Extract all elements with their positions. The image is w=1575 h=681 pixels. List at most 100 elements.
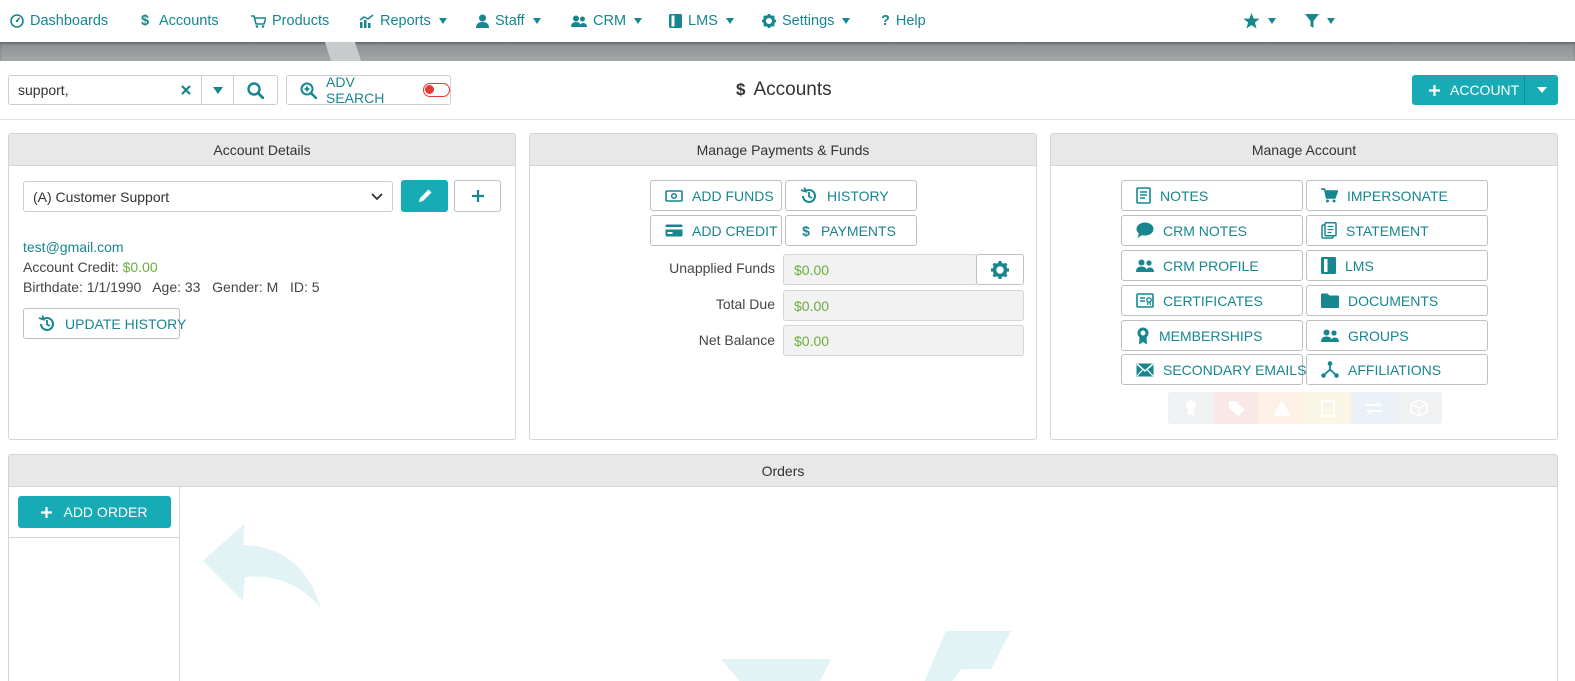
add-account-label: ACCOUNT: [1450, 82, 1520, 98]
account-credit: Account Credit: $0.00: [23, 259, 158, 275]
quick-actions-strip: [1168, 392, 1442, 424]
crm-notes-button[interactable]: CRM NOTES: [1121, 215, 1303, 246]
unapplied-funds-settings-button[interactable]: [976, 254, 1024, 285]
search-input[interactable]: [9, 76, 171, 104]
account-select[interactable]: (A) Customer Support: [23, 181, 393, 212]
plus-icon: [471, 190, 484, 202]
add-order-button[interactable]: ADD ORDER: [18, 496, 171, 528]
search-icon: [247, 81, 264, 99]
lms-button[interactable]: LMS: [1306, 250, 1488, 281]
secondary-emails-button[interactable]: SECONDARY EMAILS: [1121, 354, 1306, 385]
nav-help-label: Help: [895, 13, 926, 29]
payments-panel: Manage Payments & Funds ADD FUNDS HISTOR…: [529, 133, 1037, 440]
account-button-group: ACCOUNT: [1412, 75, 1558, 105]
network-icon: [1321, 361, 1339, 378]
nav-help[interactable]: ? Help: [881, 11, 926, 31]
header-divider-band: [0, 42, 1575, 61]
payment-history-button[interactable]: HISTORY: [785, 180, 917, 211]
credit-card-icon: [665, 224, 683, 237]
adv-search-button[interactable]: ADV SEARCH: [286, 74, 451, 106]
nav-crm[interactable]: CRM: [571, 11, 643, 31]
account-demographics: Birthdate: 1/1/1990 Age: 33 Gender: M ID…: [23, 279, 320, 295]
statement-icon: [1321, 222, 1337, 239]
add-account-button[interactable]: ACCOUNT: [1412, 75, 1525, 105]
update-history-label: UPDATE HISTORY: [65, 315, 187, 332]
favorites-menu[interactable]: [1243, 11, 1276, 31]
sidebar-divider: [9, 537, 180, 538]
unapplied-funds-label: Unapplied Funds: [669, 260, 775, 276]
payments-button[interactable]: $ PAYMENTS: [785, 215, 917, 246]
clipboard-icon[interactable]: [1305, 392, 1351, 424]
net-balance-field: $0.00: [783, 325, 1024, 356]
documents-label: DOCUMENTS: [1348, 292, 1439, 309]
affiliations-button[interactable]: AFFILIATIONS: [1306, 354, 1488, 385]
group-icon: [1321, 329, 1339, 342]
certificates-label: CERTIFICATES: [1163, 292, 1263, 309]
cart-icon: [251, 14, 266, 28]
clear-search-icon[interactable]: [171, 76, 201, 104]
award-icon: [1136, 327, 1150, 345]
search-button[interactable]: [233, 76, 277, 104]
envelope-icon: [1136, 362, 1154, 377]
crm-profile-button[interactable]: CRM PROFILE: [1121, 250, 1303, 281]
dollar-icon: $: [802, 222, 810, 239]
notes-button[interactable]: NOTES: [1121, 180, 1303, 211]
new-account-button[interactable]: [454, 180, 501, 212]
net-balance-label: Net Balance: [698, 332, 775, 348]
payments-header: Manage Payments & Funds: [530, 134, 1036, 166]
chevron-down-icon: [212, 86, 223, 94]
certificates-button[interactable]: CERTIFICATES: [1121, 285, 1303, 316]
edit-account-button[interactable]: [401, 180, 448, 212]
page-title-text: Accounts: [753, 79, 832, 100]
nav-products[interactable]: Products: [251, 11, 329, 31]
toolbar-divider: [0, 119, 1575, 120]
nav-settings[interactable]: Settings: [762, 11, 851, 31]
payments-label: PAYMENTS: [821, 222, 896, 239]
memberships-label: MEMBERSHIPS: [1159, 327, 1263, 344]
tags-icon[interactable]: [1213, 392, 1260, 424]
orders-header: Orders: [9, 455, 1557, 487]
statement-button[interactable]: STATEMENT: [1306, 215, 1488, 246]
account-select-value: (A) Customer Support: [33, 188, 170, 205]
impersonate-label: IMPERSONATE: [1347, 187, 1448, 204]
notes-label: NOTES: [1160, 187, 1209, 204]
adv-search-toggle[interactable]: [422, 83, 450, 97]
impersonate-button[interactable]: IMPERSONATE: [1306, 180, 1488, 211]
award-icon[interactable]: [1168, 392, 1214, 424]
nav-settings-label: Settings: [782, 13, 835, 29]
gear-icon: [991, 260, 1009, 279]
warning-icon[interactable]: [1259, 392, 1306, 424]
folder-icon: [1321, 293, 1339, 308]
nav-lms[interactable]: LMS: [669, 11, 734, 31]
document-icon: [1136, 187, 1151, 204]
filter-menu[interactable]: [1305, 11, 1335, 31]
account-search: [8, 75, 278, 105]
account-dropdown-button[interactable]: [1525, 87, 1558, 93]
search-dropdown-button[interactable]: [201, 76, 233, 104]
update-history-button[interactable]: UPDATE HISTORY: [23, 308, 186, 339]
box-icon[interactable]: [1396, 392, 1442, 424]
filter-icon: [1305, 13, 1319, 29]
history-icon: [800, 186, 818, 205]
nav-staff[interactable]: Staff: [476, 11, 541, 31]
certificate-icon: [1136, 293, 1154, 308]
memberships-button[interactable]: MEMBERSHIPS: [1121, 320, 1303, 351]
documents-button[interactable]: DOCUMENTS: [1306, 285, 1488, 316]
add-funds-button[interactable]: ADD FUNDS: [650, 180, 782, 211]
nav-lms-label: LMS: [688, 13, 718, 29]
add-credit-button[interactable]: ADD CREDIT: [650, 215, 782, 246]
nav-accounts[interactable]: $ Accounts: [141, 11, 219, 31]
pencil-icon: [417, 188, 433, 204]
add-order-label: ADD ORDER: [63, 504, 148, 520]
groups-button[interactable]: GROUPS: [1306, 320, 1488, 351]
page-title: $ Accounts: [736, 79, 832, 101]
nav-reports[interactable]: Reports: [359, 11, 447, 31]
account-email[interactable]: test@gmail.com: [23, 239, 124, 255]
transfer-icon[interactable]: [1350, 392, 1397, 424]
statement-label: STATEMENT: [1346, 222, 1429, 239]
brand-watermark-icon: [721, 629, 1021, 681]
nav-dashboards[interactable]: Dashboards: [10, 11, 108, 31]
nav-staff-label: Staff: [495, 13, 525, 29]
chevron-down-icon: [371, 192, 383, 201]
nav-reports-label: Reports: [380, 13, 431, 29]
